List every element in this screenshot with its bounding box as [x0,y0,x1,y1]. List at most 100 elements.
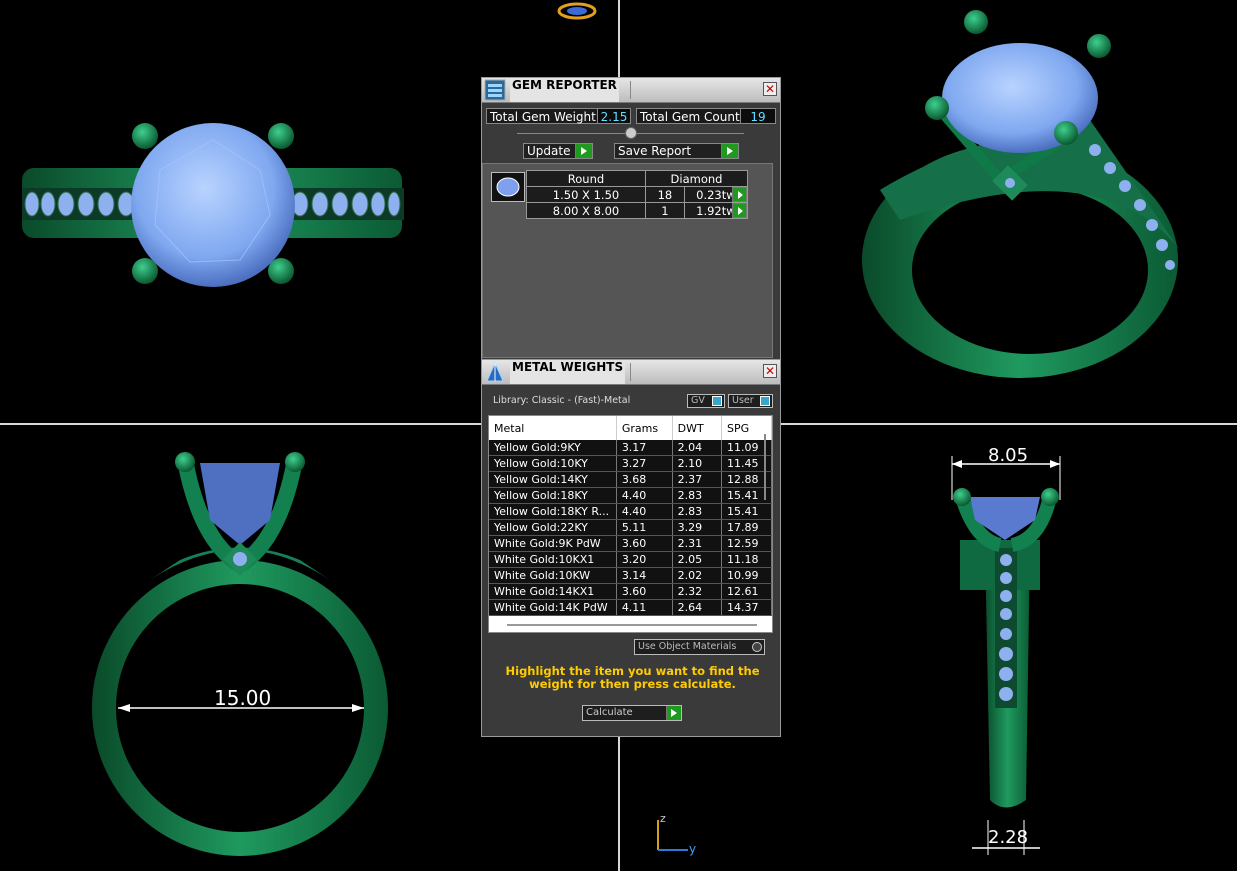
gem-size: 8.00 X 8.00 [526,202,646,219]
save-report-button[interactable]: Save Report [614,143,739,159]
metal-spg: 17.89 [721,519,772,536]
metal-dwt: 2.83 [672,503,722,520]
ring-side-view [951,456,1061,855]
update-button-label: Update [527,144,571,158]
vertical-scrollbar[interactable] [764,434,766,500]
metal-name: White Gold:14K PdW [489,599,617,616]
scale-icon [484,361,506,383]
metal-row[interactable]: Yellow Gold:9KY 3.17 2.04 11.09 [489,440,772,456]
metal-row[interactable]: White Gold:9K PdW 3.60 2.31 12.59 [489,535,772,552]
gem-row[interactable]: 8.00 X 8.00 1 1.92tw [526,202,749,219]
gem-table: Round Diamond 1.50 X 1.50 18 0.23tw 8.00… [526,170,749,219]
axis-y-label: y [689,842,697,856]
gem-reporter-title: GEM REPORTER [510,78,619,102]
ring-perspective-view [862,10,1180,378]
metal-row[interactable]: White Gold:14K PdW 4.11 2.64 14.37 [489,599,772,616]
use-object-materials-label: Use Object Materials [638,641,737,652]
metal-grams: 3.27 [616,455,673,472]
metal-spg: 14.37 [721,599,772,616]
metal-row[interactable]: Yellow Gold:22KY 5.11 3.29 17.89 [489,519,772,536]
metal-grams: 5.11 [616,519,673,536]
metal-dwt: 2.37 [672,471,722,488]
metal-name: White Gold:14KX1 [489,583,617,600]
gv-toggle[interactable]: GV [687,394,725,408]
titlebar-separator [630,363,631,381]
horizontal-scrollbar[interactable] [507,624,757,626]
instruction-text: Highlight the item you want to find the … [505,664,760,691]
column-header-dwt[interactable]: DWT [672,416,722,440]
metal-row[interactable]: White Gold:10KX1 3.20 2.05 11.18 [489,551,772,568]
total-gem-weight-value: 2.15 [597,108,631,124]
metal-row[interactable]: Yellow Gold:18KY 4.40 2.83 15.41 [489,487,772,504]
metal-dwt: 2.05 [672,551,722,568]
user-toggle[interactable]: User [728,394,773,408]
metal-dwt: 2.02 [672,567,722,584]
play-arrow-icon [721,144,738,158]
toggle-knob-icon [712,396,722,406]
metal-grams: 3.20 [616,551,673,568]
logo-icon [557,2,597,20]
metal-weights-panel: METAL WEIGHTS ✕ Library: Classic - (Fast… [481,359,781,737]
metal-spg: 12.61 [721,583,772,600]
metal-row[interactable]: Yellow Gold:10KY 3.27 2.10 11.45 [489,455,772,472]
column-header-metal[interactable]: Metal [489,416,617,440]
metal-grams: 4.40 [616,503,673,520]
metal-name: Yellow Gold:9KY [489,440,617,456]
metal-weights-table: Metal Grams DWT SPG Yellow Gold:9KY 3.17 2… [488,415,773,633]
gem-row[interactable]: 1.50 X 1.50 18 0.23tw [526,186,749,203]
metal-weights-titlebar[interactable]: METAL WEIGHTS ✕ [482,360,780,385]
metal-name: White Gold:10KW [489,567,617,584]
metal-name: Yellow Gold:18KY [489,487,617,504]
use-object-materials-option[interactable]: Use Object Materials [634,639,765,655]
gem-row-select-arrow-icon[interactable] [732,187,747,202]
splitter-handle[interactable] [625,127,637,139]
metal-dwt: 2.64 [672,599,722,616]
gem-row-select-arrow-icon[interactable] [732,203,747,218]
user-toggle-label: User [732,395,754,406]
metal-row[interactable]: Yellow Gold:18KY R... 4.40 2.83 15.41 [489,503,772,520]
round-diamond-thumbnail[interactable] [491,172,525,202]
metal-spg: 15.41 [721,503,772,520]
metal-dwt: 2.83 [672,487,722,504]
calculate-button[interactable]: Calculate [582,705,682,721]
metal-row[interactable]: White Gold:10KW 3.14 2.02 10.99 [489,567,772,584]
metal-dwt: 3.29 [672,519,722,536]
dim-top-width: 8.05 [988,445,1029,466]
toggle-knob-icon [760,396,770,406]
metal-dwt: 2.32 [672,583,722,600]
metal-name: Yellow Gold:14KY [489,471,617,488]
radio-icon [752,642,762,652]
metal-row[interactable]: Yellow Gold:14KY 3.68 2.37 12.88 [489,471,772,488]
metal-name: White Gold:10KX1 [489,551,617,568]
axis-z-label: z [660,812,666,825]
metal-dwt: 2.31 [672,535,722,552]
metal-row[interactable]: White Gold:14KX1 3.60 2.32 12.61 [489,583,772,600]
metal-dwt: 2.10 [672,455,722,472]
dim-ring-size: 15.00 [214,686,272,710]
dim-shank-width: 2.28 [988,827,1029,848]
gem-reporter-panel: GEM REPORTER ✕ Total Gem Weight 2.15 Tot… [481,77,781,362]
metal-spg: 11.18 [721,551,772,568]
gem-list-area: Round Diamond 1.50 X 1.50 18 0.23tw 8.00… [482,163,773,358]
total-gem-weight-label: Total Gem Weight [486,108,598,124]
metal-spg: 12.59 [721,535,772,552]
gem-reporter-icon [484,79,506,101]
ring-front-view [92,452,388,856]
metal-library-label: Library: Classic - (Fast)-Metal [493,395,631,406]
metal-weights-close-button[interactable]: ✕ [763,364,777,378]
gem-reporter-titlebar[interactable]: GEM REPORTER ✕ [482,78,780,103]
play-arrow-icon [666,706,681,720]
gem-count: 18 [645,186,685,203]
metal-grams: 4.11 [616,599,673,616]
metal-name: Yellow Gold:22KY [489,519,617,536]
save-report-button-label: Save Report [618,144,692,158]
gem-reporter-close-button[interactable]: ✕ [763,82,777,96]
update-button[interactable]: Update [523,143,593,159]
metal-grams: 3.60 [616,583,673,600]
gem-shape-header: Round [526,170,646,187]
metal-grams: 4.40 [616,487,673,504]
gv-toggle-label: GV [691,395,705,406]
metal-grams: 3.60 [616,535,673,552]
column-header-grams[interactable]: Grams [616,416,673,440]
ring-top-view [22,123,404,287]
